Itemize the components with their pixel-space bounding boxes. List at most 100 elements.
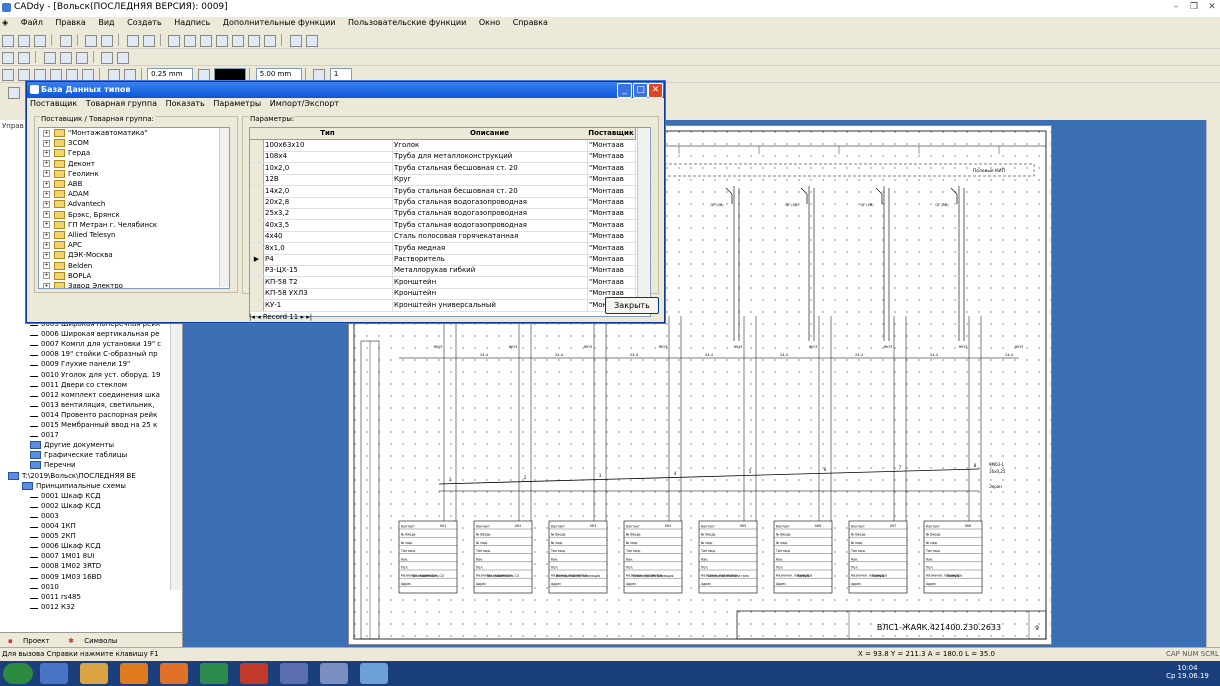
- database-icon[interactable]: [232, 35, 245, 47]
- scheme-item[interactable]: 0003: [30, 512, 59, 522]
- rectangle-icon[interactable]: [18, 69, 30, 81]
- table-row[interactable]: ▶ Р4 Растворитель "Монтаав: [250, 254, 650, 266]
- supplier-item[interactable]: + "Монтажавтоматика": [39, 129, 148, 139]
- table-row[interactable]: 12В Круг "Монтаав: [250, 174, 650, 187]
- scheme-item[interactable]: 0005 2КП: [30, 532, 76, 542]
- arc-icon[interactable]: [50, 69, 62, 81]
- line-width-combo[interactable]: 0.25 mm: [147, 68, 194, 81]
- tree-item[interactable]: 0007 Компл для установки 19" с: [30, 340, 161, 350]
- pointer-icon[interactable]: [8, 87, 20, 99]
- taskbar-ie-icon[interactable]: [40, 663, 68, 684]
- dialog-menu-import-export[interactable]: Импорт/Экспорт: [267, 99, 342, 108]
- table-row[interactable]: 40x3,5 Труба стальная водогазопроводная "М…: [250, 219, 650, 232]
- column-header[interactable]: Описание: [392, 128, 588, 140]
- expand-icon[interactable]: +: [43, 180, 50, 188]
- grid-step-combo[interactable]: 5.00 mm: [255, 68, 302, 81]
- zoom-window-icon[interactable]: [43, 52, 56, 64]
- layout-icon[interactable]: [289, 35, 302, 47]
- text-style-icon[interactable]: [18, 52, 30, 64]
- supplier-item[interactable]: + Allied Telesyn: [39, 231, 115, 241]
- panel-icon[interactable]: [305, 35, 318, 47]
- print-icon[interactable]: [59, 35, 72, 47]
- expand-icon[interactable]: +: [43, 221, 50, 229]
- project-root[interactable]: T:\2019\Вольск\ПОСЛЕДНЯЯ ВЕ: [8, 471, 136, 482]
- taskbar-pdf-icon[interactable]: [240, 663, 268, 684]
- taskbar-window-icon[interactable]: [320, 663, 348, 684]
- table-row[interactable]: 108x4 Труба для металлоконструкций "Монтаа…: [250, 151, 650, 164]
- taskbar-explorer-icon[interactable]: [80, 663, 108, 684]
- supplier-item[interactable]: + Завод Электро: [39, 282, 123, 288]
- tree-folder[interactable]: Перечни: [30, 461, 76, 471]
- ellipse-icon[interactable]: [66, 69, 78, 81]
- table-row[interactable]: 4x40 Сталь полосовая горячекатанная "Монта…: [250, 231, 650, 244]
- tree-item[interactable]: 0010 Уголок для уст. оборуд. 19: [30, 371, 160, 381]
- dialog-minimize-icon[interactable]: _: [617, 83, 632, 98]
- zoom-out-icon[interactable]: [75, 52, 88, 64]
- dialog-maximize-icon[interactable]: □: [633, 83, 648, 98]
- scheme-item[interactable]: 0012 К32: [30, 603, 75, 613]
- menu-view[interactable]: Вид: [93, 17, 119, 28]
- polygon-icon[interactable]: [82, 69, 94, 81]
- text-icon[interactable]: [2, 52, 14, 64]
- expand-icon[interactable]: +: [43, 282, 50, 288]
- tree-item[interactable]: 0015 Мембранный ввод на 25 к: [30, 421, 157, 431]
- restore-icon[interactable]: ❐: [1188, 2, 1200, 13]
- table-row[interactable]: КП-58 УХЛ3 Кронштейн "Монтаав: [250, 288, 650, 301]
- expand-icon[interactable]: +: [43, 231, 50, 239]
- supplier-item[interactable]: + Брэкс, Брянск: [39, 210, 120, 221]
- expand-icon[interactable]: +: [43, 160, 50, 168]
- layer-combo[interactable]: 1: [329, 68, 352, 81]
- types-grid[interactable]: Тип Описание Поставщик 100x63x10 Уголок "Монт…: [249, 127, 651, 317]
- table-row[interactable]: Р3-ЦХ-15 Металлорукав гибкий "Монтаав: [250, 265, 650, 278]
- supplier-item[interactable]: + Advantech: [39, 200, 105, 210]
- column-header[interactable]: Поставщик: [587, 128, 636, 140]
- dialog-menu-parameters[interactable]: Параметры: [210, 99, 264, 108]
- help-icon[interactable]: [85, 35, 98, 47]
- arrow-down-icon[interactable]: [216, 35, 229, 47]
- close-button[interactable]: Закрыть: [605, 297, 659, 314]
- table-row[interactable]: 20x2,8 Труба стальная водогазопроводная "М…: [250, 197, 650, 209]
- tree-folder[interactable]: Графические таблицы: [30, 451, 127, 461]
- expand-icon[interactable]: +: [43, 241, 50, 249]
- supplier-item[interactable]: + ADAM: [39, 190, 89, 200]
- arrow-up-icon[interactable]: [200, 35, 213, 47]
- scheme-item[interactable]: 0010: [30, 583, 59, 593]
- expand-icon[interactable]: +: [43, 272, 50, 280]
- cross-icon[interactable]: [101, 52, 114, 64]
- tree-item[interactable]: 0013 вентиляция, светильник,: [30, 401, 154, 411]
- nav-prev-icon[interactable]: ◂: [257, 313, 261, 321]
- copy-icon[interactable]: [168, 35, 181, 47]
- table-row[interactable]: 14x2,0 Труба стальная бесшовная ст. 20 "Мо…: [250, 185, 650, 198]
- taskbar-caddy-icon[interactable]: [360, 663, 388, 684]
- pen-icon[interactable]: [123, 69, 136, 81]
- tree-item[interactable]: 0017: [30, 431, 59, 441]
- save-icon[interactable]: [34, 35, 46, 47]
- grid-icon[interactable]: [248, 35, 261, 47]
- table-icon[interactable]: [264, 35, 277, 47]
- expand-icon[interactable]: +: [43, 170, 50, 178]
- dialog-menu-show[interactable]: Показать: [163, 99, 208, 108]
- table-row[interactable]: 10x2,0 Труба стальная бесшовная ст. 20 "Мо…: [250, 162, 650, 175]
- expand-icon[interactable]: +: [43, 262, 50, 270]
- line-color-icon[interactable]: [107, 69, 120, 81]
- canvas-scrollbar[interactable]: [1206, 120, 1220, 647]
- tree-item[interactable]: 0006 Широкая вертикальная ре: [30, 330, 159, 340]
- nav-last-icon[interactable]: ▸|: [306, 313, 312, 321]
- expand-icon[interactable]: +: [43, 200, 50, 208]
- supplier-item[interactable]: + ДЭК-Москва: [39, 251, 113, 261]
- supplier-item[interactable]: + Геолинк: [39, 169, 99, 180]
- minimize-icon[interactable]: –: [1170, 2, 1182, 13]
- table-row[interactable]: КУ-1 Кронштейн универсальный "Мон: [250, 299, 650, 312]
- zoom-in-icon[interactable]: [59, 52, 72, 64]
- close-icon[interactable]: ✕: [1206, 2, 1218, 13]
- paste-icon[interactable]: [184, 35, 197, 47]
- tree-item[interactable]: 0011 Двери со стеклом: [30, 381, 127, 391]
- properties-icon[interactable]: [142, 35, 155, 47]
- scheme-item[interactable]: 0006 Шкаф КСД: [30, 542, 101, 552]
- supplier-scrollbar[interactable]: [219, 128, 229, 287]
- table-row[interactable]: 100x63x10 Уголок "Монтаав: [250, 140, 650, 152]
- layer-icon[interactable]: [313, 69, 326, 81]
- taskbar-save-icon[interactable]: [280, 663, 308, 684]
- expand-icon[interactable]: +: [43, 251, 50, 259]
- scheme-item[interactable]: 0001 Шкаф КСД: [30, 492, 101, 502]
